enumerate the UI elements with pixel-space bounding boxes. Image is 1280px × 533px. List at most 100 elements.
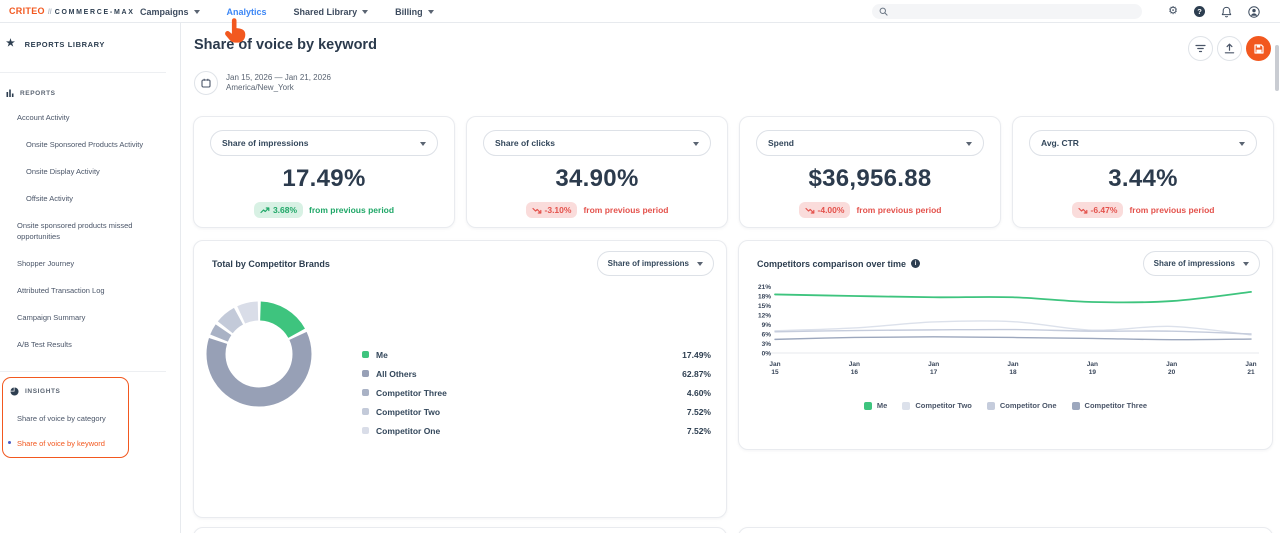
vertical-scrollbar[interactable] (1275, 45, 1279, 91)
chevron-down-icon (420, 142, 426, 146)
legend-swatch (864, 402, 872, 410)
charts-row: Total by Competitor Brands Share of impr… (193, 240, 1273, 518)
line-series-competitor-three (775, 337, 1251, 340)
sidebar-item-account-activity[interactable]: Account Activity (17, 112, 160, 123)
info-icon[interactable]: i (911, 259, 920, 268)
star-icon: ★ (6, 39, 16, 49)
kpi-row: Share of impressions 17.49% 3.68% from p… (193, 116, 1274, 228)
chevron-down-icon (194, 10, 200, 14)
line-chart: 0%3%6%9%12%15%18%21%Jan15Jan16Jan17Jan18… (745, 277, 1268, 393)
export-button[interactable] (1217, 36, 1242, 61)
line-metric-dropdown[interactable]: Share of impressions (1143, 251, 1260, 276)
competitors-comparison-card: Competitors comparison over time i Share… (738, 240, 1273, 450)
date-range-text: Jan 15, 2026 — Jan 21, 2026 America/New_… (226, 73, 331, 94)
y-tick-label: 21% (758, 284, 771, 291)
cursor-hand-icon (224, 17, 248, 49)
header-actions (1188, 36, 1271, 61)
criteo-logo[interactable]: CRITEO // COMMERCE-MAX (9, 6, 135, 16)
legend-label: Me (376, 350, 388, 360)
reports-section-label: REPORTS (20, 90, 56, 97)
card-title: Competitors comparison over time i (757, 259, 920, 269)
line-chart-legend: MeCompetitor TwoCompetitor OneCompetitor… (739, 401, 1272, 410)
export-arrow-icon (1224, 43, 1235, 54)
delta-note: from previous period (309, 205, 394, 215)
sidebar-item-share-of-voice-by-keyword[interactable]: Share of voice by keyword (17, 438, 160, 449)
sidebar-divider (0, 72, 166, 73)
account-avatar-icon[interactable] (1248, 6, 1260, 18)
sidebar-item-reports-library[interactable]: ★ REPORTS LIBRARY (6, 39, 105, 49)
sidebar-item-campaign-summary[interactable]: Campaign Summary (17, 312, 160, 323)
y-tick-label: 3% (762, 341, 772, 348)
metric-selector-value: Share of impressions (222, 138, 308, 148)
sidebar: ★ REPORTS LIBRARY REPORTS Account Activi… (0, 23, 181, 533)
page-title: Share of voice by keyword (194, 37, 377, 53)
line-metric-value: Share of impressions (1154, 259, 1235, 268)
x-tick-label: Jan (1087, 361, 1098, 368)
bar-chart-icon (6, 89, 14, 97)
metric-selector-dropdown[interactable]: Spend (756, 130, 984, 156)
sidebar-item-ab-test-results[interactable]: A/B Test Results (17, 339, 160, 350)
y-tick-label: 6% (762, 331, 772, 338)
calendar-button[interactable] (194, 71, 218, 95)
chevron-down-icon (697, 262, 703, 266)
x-tick-label: Jan (849, 361, 860, 368)
delta-value: -4.00% (818, 205, 845, 215)
y-tick-label: 15% (758, 303, 771, 310)
sidebar-divider (0, 371, 166, 372)
help-icon[interactable]: ? (1194, 6, 1205, 17)
donut-metric-value: Share of impressions (608, 259, 689, 268)
kpi-delta: -4.00% from previous period (756, 202, 984, 218)
nav-shared-library[interactable]: Shared Library (294, 7, 369, 17)
card-header: Total by Competitor Brands Share of impr… (194, 241, 726, 276)
delta-badge: -4.00% (799, 202, 851, 218)
legend-value: 7.52% (687, 426, 711, 436)
sidebar-item-share-of-voice-by-category[interactable]: Share of voice by category (17, 413, 160, 424)
y-tick-label: 0% (762, 350, 772, 357)
nav-menu: Campaigns Analytics Shared Library Billi… (140, 0, 434, 23)
sidebar-item-missed-opportunities[interactable]: Onsite sponsored products missed opportu… (17, 220, 142, 242)
save-button[interactable] (1246, 36, 1271, 61)
kpi-card-avg-ctr: Avg. CTR 3.44% -6.47% from previous peri… (1012, 116, 1274, 228)
nav-shared-library-label: Shared Library (294, 7, 358, 17)
search-input[interactable] (872, 4, 1142, 19)
trend-up-icon (260, 207, 270, 214)
metric-selector-dropdown[interactable]: Share of impressions (210, 130, 438, 156)
metric-selector-value: Spend (768, 138, 794, 148)
sidebar-item-onsite-display-activity[interactable]: Onsite Display Activity (26, 166, 160, 177)
card-title-text: Competitors comparison over time (757, 259, 906, 269)
nav-billing[interactable]: Billing (395, 7, 434, 17)
x-tick-label: 16 (851, 369, 859, 376)
x-tick-label: 18 (1009, 369, 1017, 376)
delta-note: from previous period (856, 205, 941, 215)
metric-selector-dropdown[interactable]: Avg. CTR (1029, 130, 1257, 156)
delta-value: 3.68% (273, 205, 297, 215)
x-tick-label: Jan (769, 361, 780, 368)
timezone-value: America/New_York (226, 83, 331, 94)
metric-selector-dropdown[interactable]: Share of clicks (483, 130, 711, 156)
sidebar-item-offsite-activity[interactable]: Offsite Activity (26, 193, 160, 204)
sidebar-item-onsite-sponsored-products-activity[interactable]: Onsite Sponsored Products Activity (26, 139, 160, 150)
nav-analytics[interactable]: Analytics (227, 7, 267, 17)
delta-badge: 3.68% (254, 202, 303, 218)
line-series-me (775, 292, 1251, 303)
donut-legend: Me 17.49% All Others 62.87% Competitor T… (362, 345, 711, 440)
date-range-picker[interactable]: Jan 15, 2026 — Jan 21, 2026 America/New_… (194, 71, 331, 95)
nav-billing-label: Billing (395, 7, 423, 17)
filter-funnel-icon (1195, 44, 1206, 53)
legend-swatch (902, 402, 910, 410)
delta-note: from previous period (583, 205, 668, 215)
kpi-value: $36,956.88 (756, 165, 984, 193)
x-tick-label: Jan (1166, 361, 1177, 368)
main-content: Share of voice by keyword (181, 23, 1280, 533)
filter-button[interactable] (1188, 36, 1213, 61)
reports-library-label: REPORTS LIBRARY (25, 40, 105, 49)
legend-value: 7.52% (687, 407, 711, 417)
sidebar-item-shopper-journey[interactable]: Shopper Journey (17, 258, 160, 269)
notifications-bell-icon[interactable] (1221, 6, 1232, 18)
nav-campaigns[interactable]: Campaigns (140, 7, 200, 17)
legend-item-competitor-two: Competitor Two (902, 401, 972, 410)
settings-gear-icon[interactable]: ⚙ (1168, 6, 1178, 17)
sidebar-item-attributed-transaction-log[interactable]: Attributed Transaction Log (17, 285, 160, 296)
chevron-down-icon (693, 142, 699, 146)
donut-metric-dropdown[interactable]: Share of impressions (597, 251, 714, 276)
